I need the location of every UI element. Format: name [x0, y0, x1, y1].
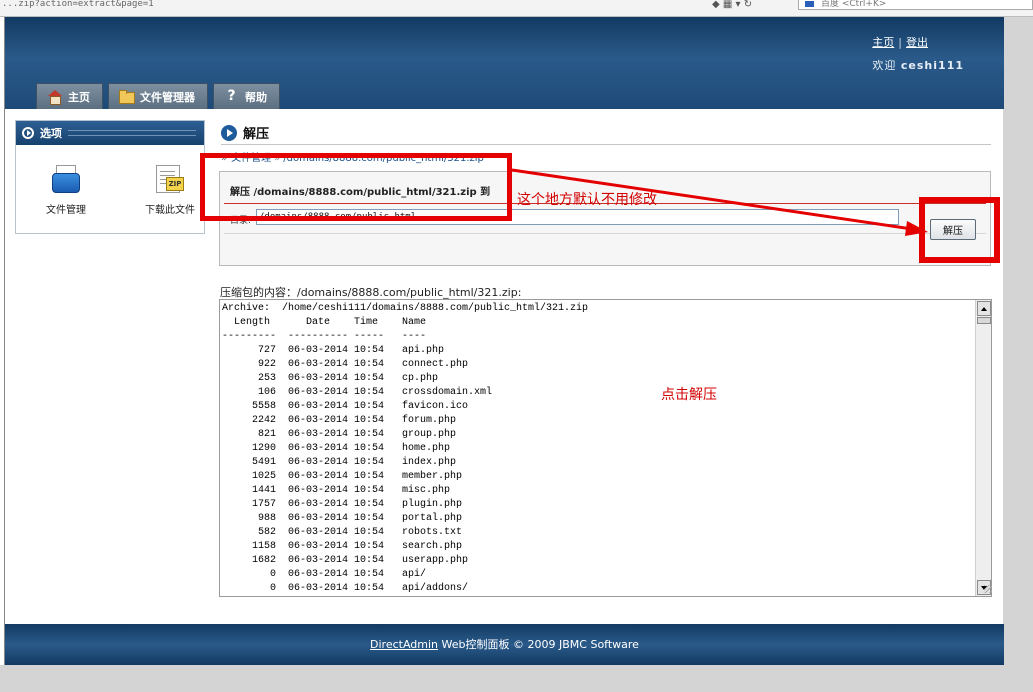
listing-scrollbar[interactable] [975, 300, 991, 596]
address-bar-icons: ◆ ▦ ▾ ↻ [712, 0, 753, 10]
home-link[interactable]: 主页 [872, 36, 894, 49]
tab-help[interactable]: ? 帮助 [213, 83, 280, 109]
annotation-note-directory: 这个地方默认不用修改 [517, 192, 657, 208]
address-bar[interactable]: ...zip?action=extract&page=1 [0, 0, 710, 9]
window-bottom [0, 665, 1033, 692]
breadcrumb-path[interactable]: /domains/8888.com/public_html/321.zip [283, 153, 484, 164]
scroll-up-button[interactable] [977, 301, 991, 316]
sidebar-header: 选项 [16, 121, 204, 145]
page-title: 解压 [221, 123, 269, 142]
help-icon: ? [227, 88, 236, 104]
footer: DirectAdmin Web控制面板 © 2009 JBMC Software [5, 624, 1004, 665]
top-links: 主页 | 登出 [872, 36, 928, 49]
main-tabs: 主页 文件管理器 ? 帮助 [36, 83, 280, 109]
sidebar-item-download[interactable]: ZIP 下载此文件 [140, 165, 200, 216]
scroll-thumb[interactable] [977, 317, 991, 324]
breadcrumb: » 文件管理»/domains/8888.com/public_html/321.… [221, 153, 484, 164]
resize-grip[interactable] [984, 585, 992, 593]
extract-form: 解压 /domains/8888.com/public_html/321.zip… [219, 171, 991, 266]
welcome-text: 欢迎 ceshi111 [872, 59, 964, 72]
breadcrumb-file-manager[interactable]: 文件管理 [231, 153, 271, 164]
baidu-icon [804, 0, 815, 8]
home-icon [47, 90, 62, 105]
header: 主页 | 登出 欢迎 ceshi111 主页 文件管理器 ? 帮助 [5, 17, 1004, 109]
username: ceshi111 [900, 59, 964, 72]
file-box-icon [50, 165, 82, 195]
page-frame: 主页 | 登出 欢迎 ceshi111 主页 文件管理器 ? 帮助 选项 文件管… [4, 17, 1004, 665]
form-legend: 解压 /domains/8888.com/public_html/321.zip… [230, 187, 491, 198]
directory-input[interactable] [256, 209, 899, 225]
arrow-right-icon [221, 124, 237, 141]
browser-search-box[interactable]: 百度 <Ctrl+K> [798, 0, 1033, 10]
directadmin-link[interactable]: DirectAdmin [370, 638, 438, 651]
logout-link[interactable]: 登出 [906, 36, 928, 49]
sidebar-items: 文件管理 ZIP 下载此文件 [16, 145, 204, 216]
window-gutter [1003, 17, 1033, 692]
directory-label: 目录: [230, 216, 252, 226]
title-divider [221, 144, 991, 145]
options-sidebar: 选项 文件管理 ZIP 下载此文件 [15, 120, 205, 234]
folder-icon [119, 90, 135, 104]
sidebar-item-file-manager[interactable]: 文件管理 [36, 165, 96, 216]
browser-toolbar: ...zip?action=extract&page=1 ◆ ▦ ▾ ↻ 百度 … [0, 0, 1033, 17]
arrow-circle-icon [22, 127, 34, 139]
extract-button[interactable]: 解压 [930, 219, 976, 240]
annotation-note-click: 点击解压 [661, 387, 717, 403]
tab-file-manager[interactable]: 文件管理器 [108, 83, 208, 109]
archive-listing-text: Archive: /home/ceshi111/domains/8888.com… [222, 303, 589, 594]
archive-contents-label: 压缩包的内容：/domains/8888.com/public_html/321… [220, 286, 522, 299]
tab-home[interactable]: 主页 [36, 83, 103, 109]
zip-file-icon: ZIP [154, 165, 186, 195]
archive-listing[interactable]: Archive: /home/ceshi111/domains/8888.com… [219, 299, 992, 597]
